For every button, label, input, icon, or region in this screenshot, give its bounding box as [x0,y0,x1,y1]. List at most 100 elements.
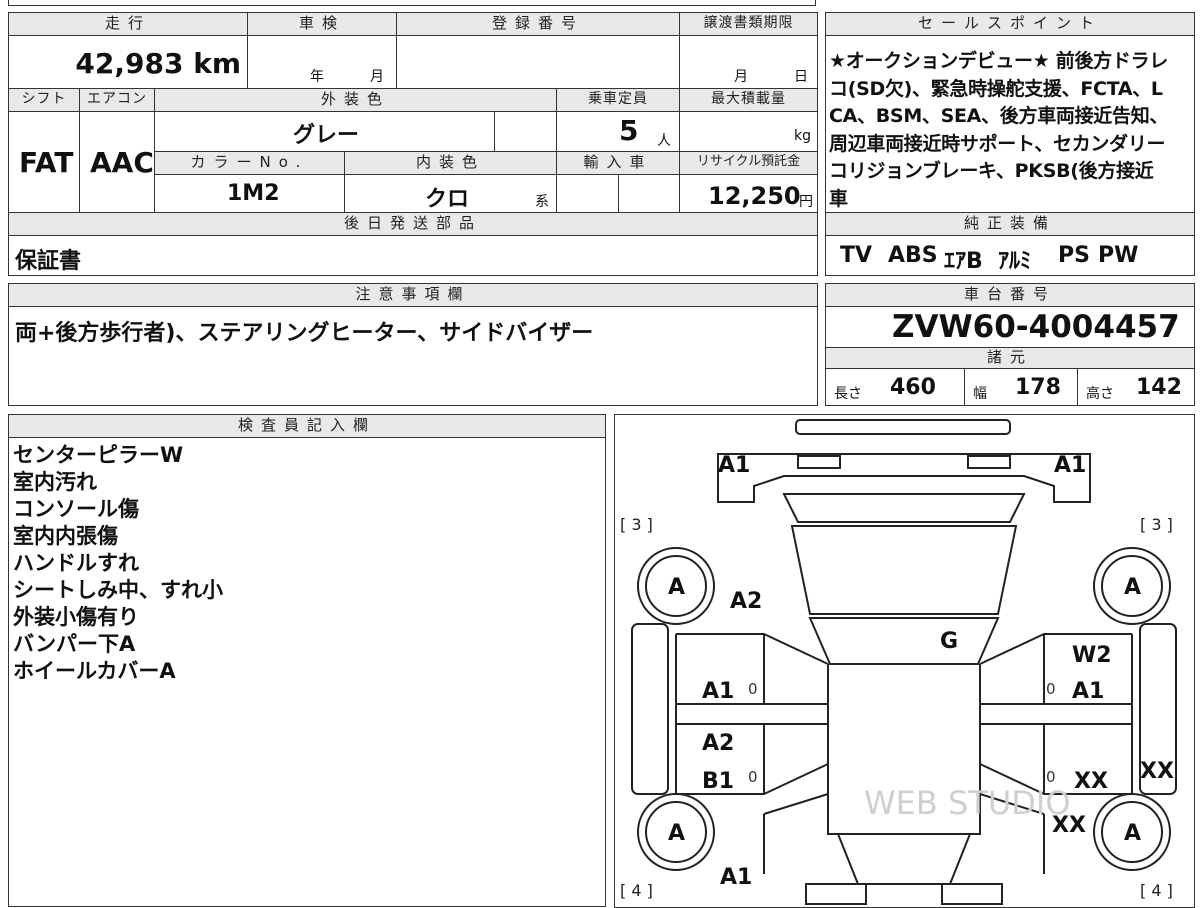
mark-door-fr: A1 [1072,679,1104,704]
capacity-header: 乗車定員 [556,88,680,112]
sales-points-text: ★オークションデビュー★ 前後方ドラレコ(SD欠)、緊急時操舵支援、FCTA、L… [829,50,1169,210]
watermark: WEB STUDIO [864,784,1071,822]
recycle-cell: 12,250 円 [679,174,818,213]
bracket-br: [ 4 ] [1140,881,1173,900]
mark-front-right: A1 [1054,453,1086,478]
inspector-line: センターピラーW [13,443,184,467]
recycle-header: リサイクル預託金 [679,151,818,175]
notes-header: 注意事項欄 [8,283,818,307]
equipment-header: 純正装備 [825,212,1195,236]
capacity-unit: 人 [657,133,671,149]
mark-fender-fl: A2 [730,589,762,614]
width-label: 幅 [973,386,987,402]
transfer-deadline-cell: 月 日 [679,35,818,89]
exterior-sub-cell [494,111,557,152]
zero-mark: 0 [1046,680,1056,698]
mark-door-rl: B1 [702,769,734,794]
specs-width-cell: 幅 178 [964,368,1078,406]
shift-header: シフト [8,88,80,112]
mark-rear-fender-r: XX [1140,759,1174,784]
import-cell-left [556,174,619,213]
mark-door-fl: A1 [702,679,734,704]
equipment-pw: PW [1098,243,1139,268]
bracket-tl: [ 3 ] [620,515,653,534]
interior-cell: クロ 系 [344,174,557,213]
chassis-header: 車台番号 [825,283,1195,307]
car-diagram: [ 3 ] [ 3 ] [ 4 ] [ 4 ] WEB STUDIO A1 A1… [620,419,1177,905]
recycle-unit: 円 [799,194,813,210]
exterior-cell: グレー [154,111,495,152]
equipment-abs: ABS [888,243,938,268]
shaken-header: 車検 [247,12,397,36]
height-label: 高さ [1086,386,1114,402]
specs-length-cell: 長さ 460 [825,368,965,406]
ac-value: AAC [90,146,154,179]
zero-mark: 0 [1046,768,1056,786]
mark-tire-rr: A [1124,821,1141,846]
mark-tire-rl: A [668,821,685,846]
inspector-line: 室内汚れ [13,470,97,494]
bracket-bl: [ 4 ] [620,881,653,900]
inspector-header: 検査員記入欄 [8,414,606,438]
mark-tire-fr: A [1124,575,1141,600]
mark-side-r: XX [1052,813,1086,838]
chassis-number: ZVW60-4004457 [892,309,1180,345]
transfer-month: 月 [734,69,748,85]
top-fragment-strip [8,0,816,6]
mark-door-fr-top: W2 [1072,643,1112,668]
inspector-lines: センターピラーW 室内汚れ コンソール傷 室内内張傷 ハンドルすれ シートしみ中… [13,442,223,685]
ac-cell: AAC [79,111,155,213]
inspector-line: ハンドルすれ [13,551,139,575]
exterior-header: 外装色 [154,88,557,112]
specs-header: 諸元 [825,347,1195,369]
maxload-header: 最大積載量 [679,88,818,112]
mark-rear-left: A1 [720,865,752,890]
interior-value: クロ [425,187,470,212]
shaken-year: 年 [310,69,324,85]
inspector-cell: センターピラーW 室内汚れ コンソール傷 室内内張傷 ハンドルすれ シートしみ中… [8,437,606,907]
inspector-line: コンソール傷 [13,497,139,521]
mark-front-left: A1 [718,453,750,478]
inspector-line: シートしみ中、すれ小 [13,578,223,602]
length-value: 460 [890,375,936,400]
interior-header: 内装色 [344,151,557,175]
mark-door-rl-top: A2 [702,731,734,756]
maxload-unit: kg [794,128,811,144]
import-header: 輸入車 [556,151,680,175]
later-parts-cell: 保証書 [8,235,818,276]
equipment-ps: PS [1058,243,1090,268]
capacity-cell: 5 人 [556,111,680,152]
zero-mark: 0 [748,768,758,786]
exterior-value: グレー [293,123,360,148]
notes-cell: 両+後方歩行者)、ステアリングヒーター、サイドバイザー [8,306,818,406]
mark-roof: G [940,629,958,654]
recycle-value: 12,250 [708,182,801,210]
inspector-line: 外装小傷有り [13,605,139,629]
inspector-line: バンパー下A [13,632,136,656]
equipment-cell: TV ABS ｴｱB ｱﾙﾐ PS PW [825,235,1195,276]
width-value: 178 [1015,375,1061,400]
mark-tire-fl: A [668,575,685,600]
color-no-header: カラーNo. [154,151,345,175]
bracket-tr: [ 3 ] [1140,515,1173,534]
transfer-day: 日 [794,69,808,85]
color-no-value: 1M2 [227,181,280,206]
sales-points-header: セールスポイント [825,12,1195,36]
import-cell-right [618,174,680,213]
registration-cell [396,35,680,89]
mark-door-rr: XX [1074,769,1108,794]
mileage-cell: 42,983 km [8,35,248,89]
height-value: 142 [1136,375,1182,400]
inspector-line: 室内内張傷 [13,524,118,548]
chassis-cell: ZVW60-4004457 [825,306,1195,348]
sales-points-cell: ★オークションデビュー★ 前後方ドラレコ(SD欠)、緊急時操舵支援、FCTA、L… [825,35,1195,213]
shaken-cell: 年 月 [247,35,397,89]
mileage-header: 走行 [8,12,248,36]
interior-unit: 系 [535,194,549,210]
shift-cell: FAT [8,111,80,213]
mileage-value: 42,983 km [75,47,241,80]
equipment-alloy: ｱﾙﾐ [998,249,1032,274]
later-parts-header: 後日発送部品 [8,212,818,236]
inspector-line: ホイールカバーA [13,659,176,683]
color-no-cell: 1M2 [154,174,345,213]
